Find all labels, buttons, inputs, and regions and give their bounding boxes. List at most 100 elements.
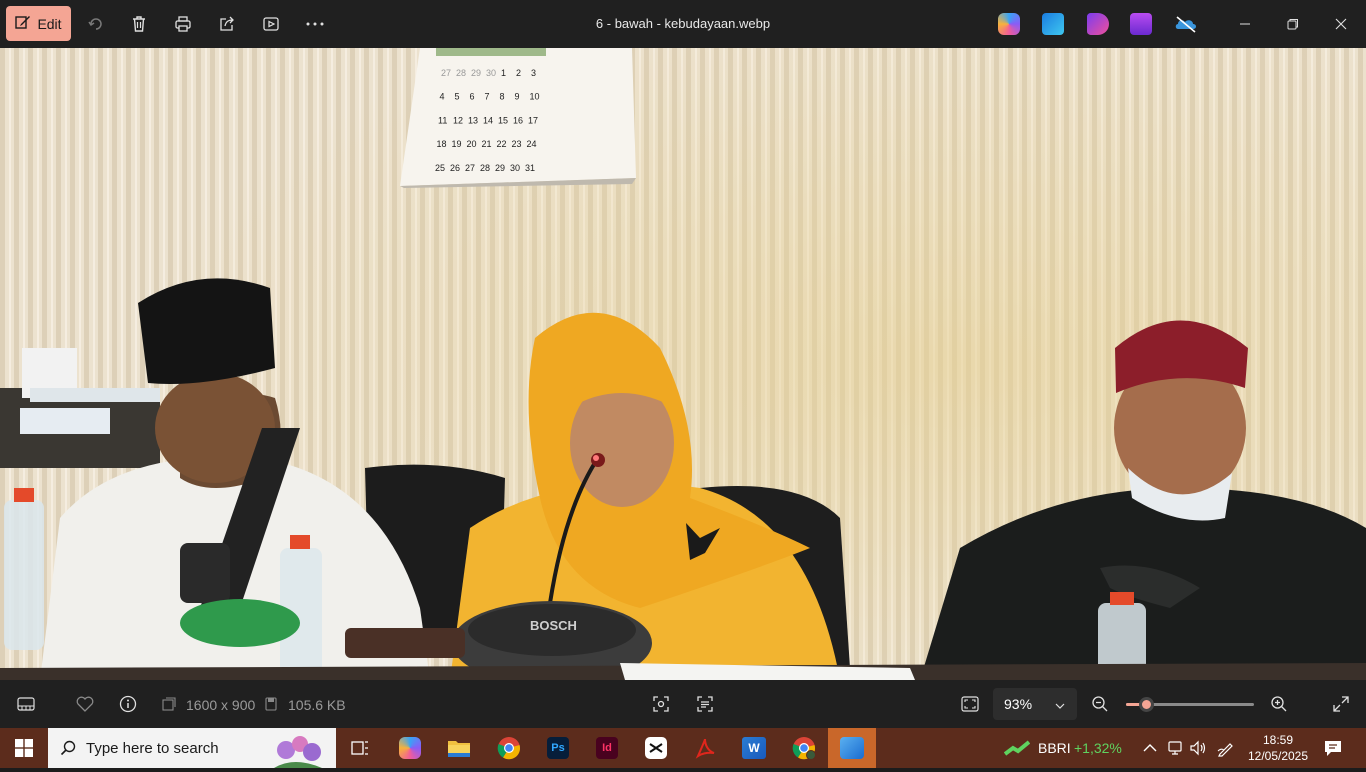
filmstrip-icon[interactable] [14, 692, 38, 716]
visual-search-icon[interactable] [649, 692, 673, 716]
chrome-icon[interactable] [485, 728, 533, 768]
calendar-day: 19 [452, 139, 462, 149]
calendar-day: 22 [497, 139, 507, 149]
fullscreen-icon[interactable] [1329, 692, 1353, 716]
network-icon[interactable] [1167, 740, 1183, 761]
calendar-day: 16 [513, 115, 523, 125]
calendar-day: 11 [438, 115, 447, 125]
calendar-day: 1 [501, 68, 506, 78]
onedrive-icon[interactable] [1174, 13, 1198, 35]
favorite-icon[interactable] [73, 692, 97, 716]
image-dimensions: 1600 x 900 [186, 697, 256, 713]
chrome-profile-icon[interactable] [780, 728, 828, 768]
stock-ticker[interactable]: BBRI [1038, 740, 1071, 756]
search-placeholder: Type here to search [86, 739, 219, 757]
file-explorer-icon[interactable] [435, 728, 483, 768]
calendar-day: 10 [530, 92, 540, 102]
copilot-icon[interactable] [998, 13, 1020, 35]
calendar-day: 18 [437, 139, 447, 149]
mic-brand-label: BOSCH [530, 618, 577, 633]
calendar-day: 31 [525, 163, 535, 173]
window-title: 6 - bawah - kebudayaan.webp [595, 16, 771, 31]
calendar-day: 27 [441, 68, 451, 78]
search-highlight-flowers-icon [264, 730, 328, 772]
calendar-day: 23 [512, 139, 522, 149]
clock-time: 18:59 [1262, 733, 1294, 747]
photo-image: 27 28 29 30 1 2 34 5 6 7 8 9 1011 12 13 14 15 16 1718 19 20 2… [0, 48, 1366, 680]
wall-calendar: 27 28 29 30 1 2 34 5 6 7 8 9 1011 12 13 14 15 16 1718 19 20 2… [400, 48, 636, 188]
designer-icon[interactable] [1042, 13, 1064, 35]
acrobat-icon[interactable] [681, 728, 729, 768]
calendar-day: 14 [483, 115, 493, 125]
share-icon[interactable] [215, 12, 239, 36]
stock-trend-icon [1003, 740, 1031, 761]
calendar-day: 5 [455, 92, 460, 102]
task-view-icon[interactable] [336, 728, 384, 768]
zoom-value: 93% [1004, 696, 1033, 712]
calendar-day: 26 [450, 163, 460, 173]
calendar-day: 6 [470, 92, 475, 102]
restore-button[interactable] [1270, 0, 1316, 48]
notification-icon[interactable] [1323, 739, 1343, 762]
search-icon [60, 740, 76, 756]
photos-icon[interactable] [1130, 13, 1152, 35]
calendar-day: 25 [435, 163, 445, 173]
calendar-day: 30 [486, 68, 496, 78]
edit-icon [15, 14, 31, 33]
zoom-slider[interactable] [1126, 697, 1254, 712]
zoom-dropdown[interactable]: 93% [993, 688, 1077, 720]
photo-canvas[interactable]: 27 28 29 30 1 2 3 4 5 6 7 8 9 10 11 12 13 14 15 16 17 18 19 20 2… [0, 48, 1366, 680]
calendar-day: 27 [465, 163, 475, 173]
photos-taskbar-icon[interactable] [828, 728, 876, 768]
chevron-down-icon [1055, 698, 1065, 714]
calendar-day: 15 [498, 115, 508, 125]
calendar-day: 2 [516, 68, 521, 78]
calendar-day: 13 [468, 115, 478, 125]
copilot-taskbar-icon[interactable] [386, 728, 434, 768]
delete-icon[interactable] [127, 12, 151, 36]
fit-to-window-icon[interactable] [958, 692, 982, 716]
calendar-day: 8 [500, 92, 505, 102]
calendar-day: 17 [528, 115, 538, 125]
calendar-day: 12 [453, 115, 463, 125]
copy-text-icon[interactable] [693, 692, 717, 716]
calendar-day: 30 [510, 163, 520, 173]
image-size-icon [158, 692, 180, 716]
clipchamp-icon[interactable] [1087, 13, 1109, 35]
volume-icon[interactable] [1189, 740, 1207, 761]
pen-input-icon[interactable] [1217, 739, 1235, 762]
minimize-button[interactable] [1222, 0, 1268, 48]
stock-change: +1,32% [1074, 740, 1122, 756]
zoom-in-icon[interactable] [1267, 692, 1291, 716]
calendar-day: 9 [515, 92, 520, 102]
photoshop-icon[interactable]: Ps [534, 728, 582, 768]
more-icon[interactable] [303, 12, 327, 36]
calendar-day: 28 [480, 163, 490, 173]
calendar-day: 29 [471, 68, 481, 78]
rotate-icon[interactable] [84, 12, 108, 36]
word-icon[interactable]: W [730, 728, 778, 768]
taskbar-search-box[interactable]: Type here to search [48, 728, 336, 768]
calendar-day: 24 [527, 139, 537, 149]
zoom-out-icon[interactable] [1088, 692, 1112, 716]
chevron-up-icon[interactable] [1143, 741, 1157, 759]
slideshow-icon[interactable] [259, 12, 283, 36]
info-icon[interactable] [116, 692, 140, 716]
calendar-day: 4 [440, 92, 445, 102]
edit-button[interactable]: Edit [6, 6, 71, 41]
capcut-icon[interactable] [632, 728, 680, 768]
indesign-icon[interactable]: Id [583, 728, 631, 768]
start-button[interactable] [0, 728, 48, 768]
top-toolbar: Edit 6 - bawah - kebudayaan.webp [0, 0, 1366, 48]
print-icon[interactable] [171, 12, 195, 36]
edit-label: Edit [37, 15, 62, 32]
file-size-icon [261, 692, 281, 716]
status-bar: 1600 x 900 105.6 KB 93% [0, 680, 1366, 728]
calendar-day: 21 [482, 139, 492, 149]
system-clock[interactable]: 18:59 12/05/2025 [1246, 732, 1310, 764]
zoom-slider-thumb[interactable] [1139, 697, 1155, 712]
calendar-day: 20 [467, 139, 477, 149]
close-button[interactable] [1318, 0, 1364, 48]
calendar-day: 28 [456, 68, 466, 78]
clock-date: 12/05/2025 [1247, 749, 1309, 763]
